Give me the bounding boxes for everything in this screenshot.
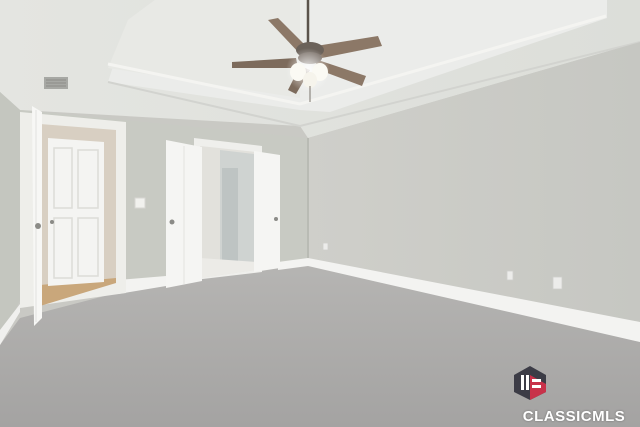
watermark-brand-text: CLASSICMLS: [522, 408, 626, 425]
door-handle: [35, 223, 41, 229]
room-illustration: [0, 0, 640, 427]
room-photo: CLASSICMLS: [0, 0, 640, 427]
light-switch: [134, 197, 146, 209]
watermark: CLASSICMLS: [512, 365, 636, 425]
closet-door: [48, 138, 104, 286]
left-side-wall: [0, 92, 20, 345]
fan-light-bulb: [303, 72, 317, 88]
classic-mls-logo-icon: [514, 366, 546, 400]
wall-outlet: [552, 276, 563, 290]
shower-glass: [222, 168, 238, 264]
bathroom-door-right: [254, 151, 280, 272]
wall-outlet: [506, 270, 514, 281]
bathroom-doorway: [166, 138, 280, 288]
wall-outlet: [322, 242, 329, 251]
